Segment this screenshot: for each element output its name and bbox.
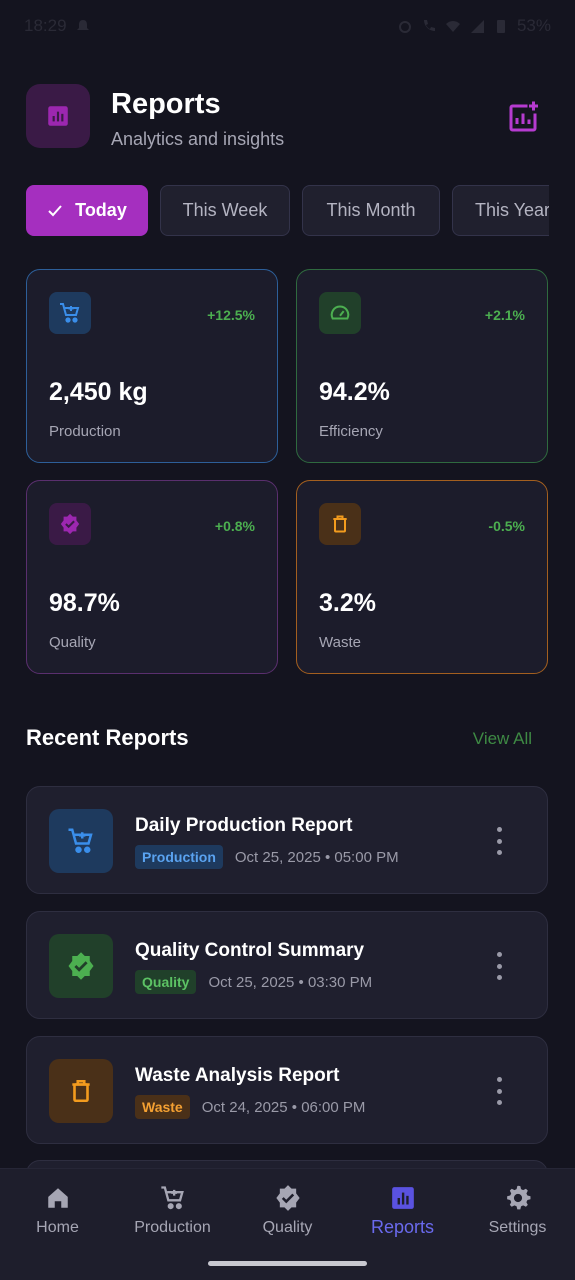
stat-value: 3.2% (319, 589, 376, 617)
cart-icon (49, 809, 113, 873)
report-title: Quality Control Summary (135, 940, 365, 961)
stat-label: Quality (49, 634, 96, 651)
alarm-icon (397, 18, 413, 34)
report-meta: Production Oct 25, 2025 • 05:00 PM (135, 844, 399, 870)
category-badge: Quality (135, 970, 197, 994)
nav-production[interactable]: Production (115, 1169, 230, 1259)
stat-card-production[interactable]: +12.5% 2,450 kg Production (26, 269, 278, 463)
verified-badge-icon (273, 1183, 303, 1213)
report-meta: Waste Oct 24, 2025 • 06:00 PM (135, 1094, 365, 1120)
stat-card-efficiency[interactable]: +2.1% 94.2% Efficiency (296, 269, 548, 463)
page-header: Reports Analytics and insights (26, 84, 549, 150)
trash-icon (49, 1059, 113, 1123)
stat-value: 98.7% (49, 589, 120, 617)
status-time: 18:29 (24, 16, 67, 35)
check-icon (47, 204, 63, 218)
battery-icon (493, 18, 509, 34)
category-badge: Waste (135, 1095, 190, 1119)
filter-label: This Month (326, 200, 416, 220)
nav-label: Settings (488, 1219, 547, 1236)
home-indicator[interactable] (208, 1261, 367, 1266)
signal-icon (469, 18, 485, 34)
nav-label: Quality (262, 1219, 313, 1236)
notification-icon (75, 18, 91, 34)
battery-level: 53% (516, 16, 551, 35)
add-report-button[interactable] (503, 98, 543, 138)
speedometer-icon (319, 292, 361, 334)
cart-icon (49, 292, 91, 334)
filter-this-month[interactable]: This Month (302, 185, 440, 236)
nav-quality[interactable]: Quality (230, 1169, 345, 1259)
filter-label: This Week (182, 200, 268, 220)
nav-label: Home (36, 1219, 79, 1236)
stat-change: +0.8% (214, 518, 255, 534)
filter-label: Today (75, 200, 127, 220)
stat-change: +2.1% (484, 307, 525, 323)
verified-badge-icon (49, 934, 113, 998)
page-subtitle: Analytics and insights (111, 129, 285, 149)
stat-value: 94.2% (319, 378, 390, 406)
bar-chart-icon (388, 1183, 418, 1213)
report-title: Waste Analysis Report (135, 1065, 340, 1086)
nav-settings[interactable]: Settings (460, 1169, 575, 1259)
report-date: Oct 25, 2025 • 03:30 PM (208, 973, 373, 991)
nav-reports[interactable]: Reports (345, 1169, 460, 1259)
stat-card-quality[interactable]: +0.8% 98.7% Quality (26, 480, 278, 674)
view-all-link[interactable]: View All (473, 729, 532, 749)
more-options-button[interactable] (491, 1077, 507, 1105)
report-item-waste-analysis[interactable]: Waste Analysis Report Waste Oct 24, 2025… (26, 1036, 548, 1144)
stat-label: Waste (319, 634, 361, 651)
wifi-icon (445, 18, 461, 34)
add-chart-icon (509, 101, 538, 132)
recent-reports-title: Recent Reports (26, 725, 189, 750)
page-title: Reports (111, 88, 221, 120)
verified-badge-icon (49, 503, 91, 545)
stat-value: 2,450 kg (49, 378, 148, 406)
nav-label: Production (134, 1219, 211, 1236)
home-icon (43, 1183, 73, 1213)
report-item-quality-control[interactable]: Quality Control Summary Quality Oct 25, … (26, 911, 548, 1019)
stat-label: Efficiency (319, 423, 383, 440)
period-filter: Today This Week This Month This Year (26, 185, 549, 237)
trash-icon (319, 503, 361, 545)
nav-home[interactable]: Home (0, 1169, 115, 1259)
stat-change: -0.5% (488, 518, 525, 534)
report-date: Oct 24, 2025 • 06:00 PM (201, 1098, 366, 1116)
stat-change: +12.5% (207, 307, 255, 323)
nav-label: Reports (370, 1217, 435, 1237)
report-date: Oct 25, 2025 • 05:00 PM (234, 848, 399, 866)
status-bar: 18:29 53% (0, 0, 575, 52)
more-options-button[interactable] (491, 952, 507, 980)
filter-this-week[interactable]: This Week (160, 185, 290, 236)
filter-this-year[interactable]: This Year (452, 185, 549, 236)
report-title: Daily Production Report (135, 815, 353, 836)
filter-label: This Year (475, 200, 549, 220)
call-icon (421, 18, 437, 34)
report-item-daily-production[interactable]: Daily Production Report Production Oct 2… (26, 786, 548, 894)
more-options-button[interactable] (491, 827, 507, 855)
stat-card-waste[interactable]: -0.5% 3.2% Waste (296, 480, 548, 674)
filter-today[interactable]: Today (26, 185, 148, 236)
stat-label: Production (49, 423, 121, 440)
category-badge: Production (135, 845, 223, 869)
bar-chart-icon (26, 84, 90, 148)
cart-icon (158, 1183, 188, 1213)
gear-icon (503, 1183, 533, 1213)
report-meta: Quality Oct 25, 2025 • 03:30 PM (135, 969, 372, 995)
